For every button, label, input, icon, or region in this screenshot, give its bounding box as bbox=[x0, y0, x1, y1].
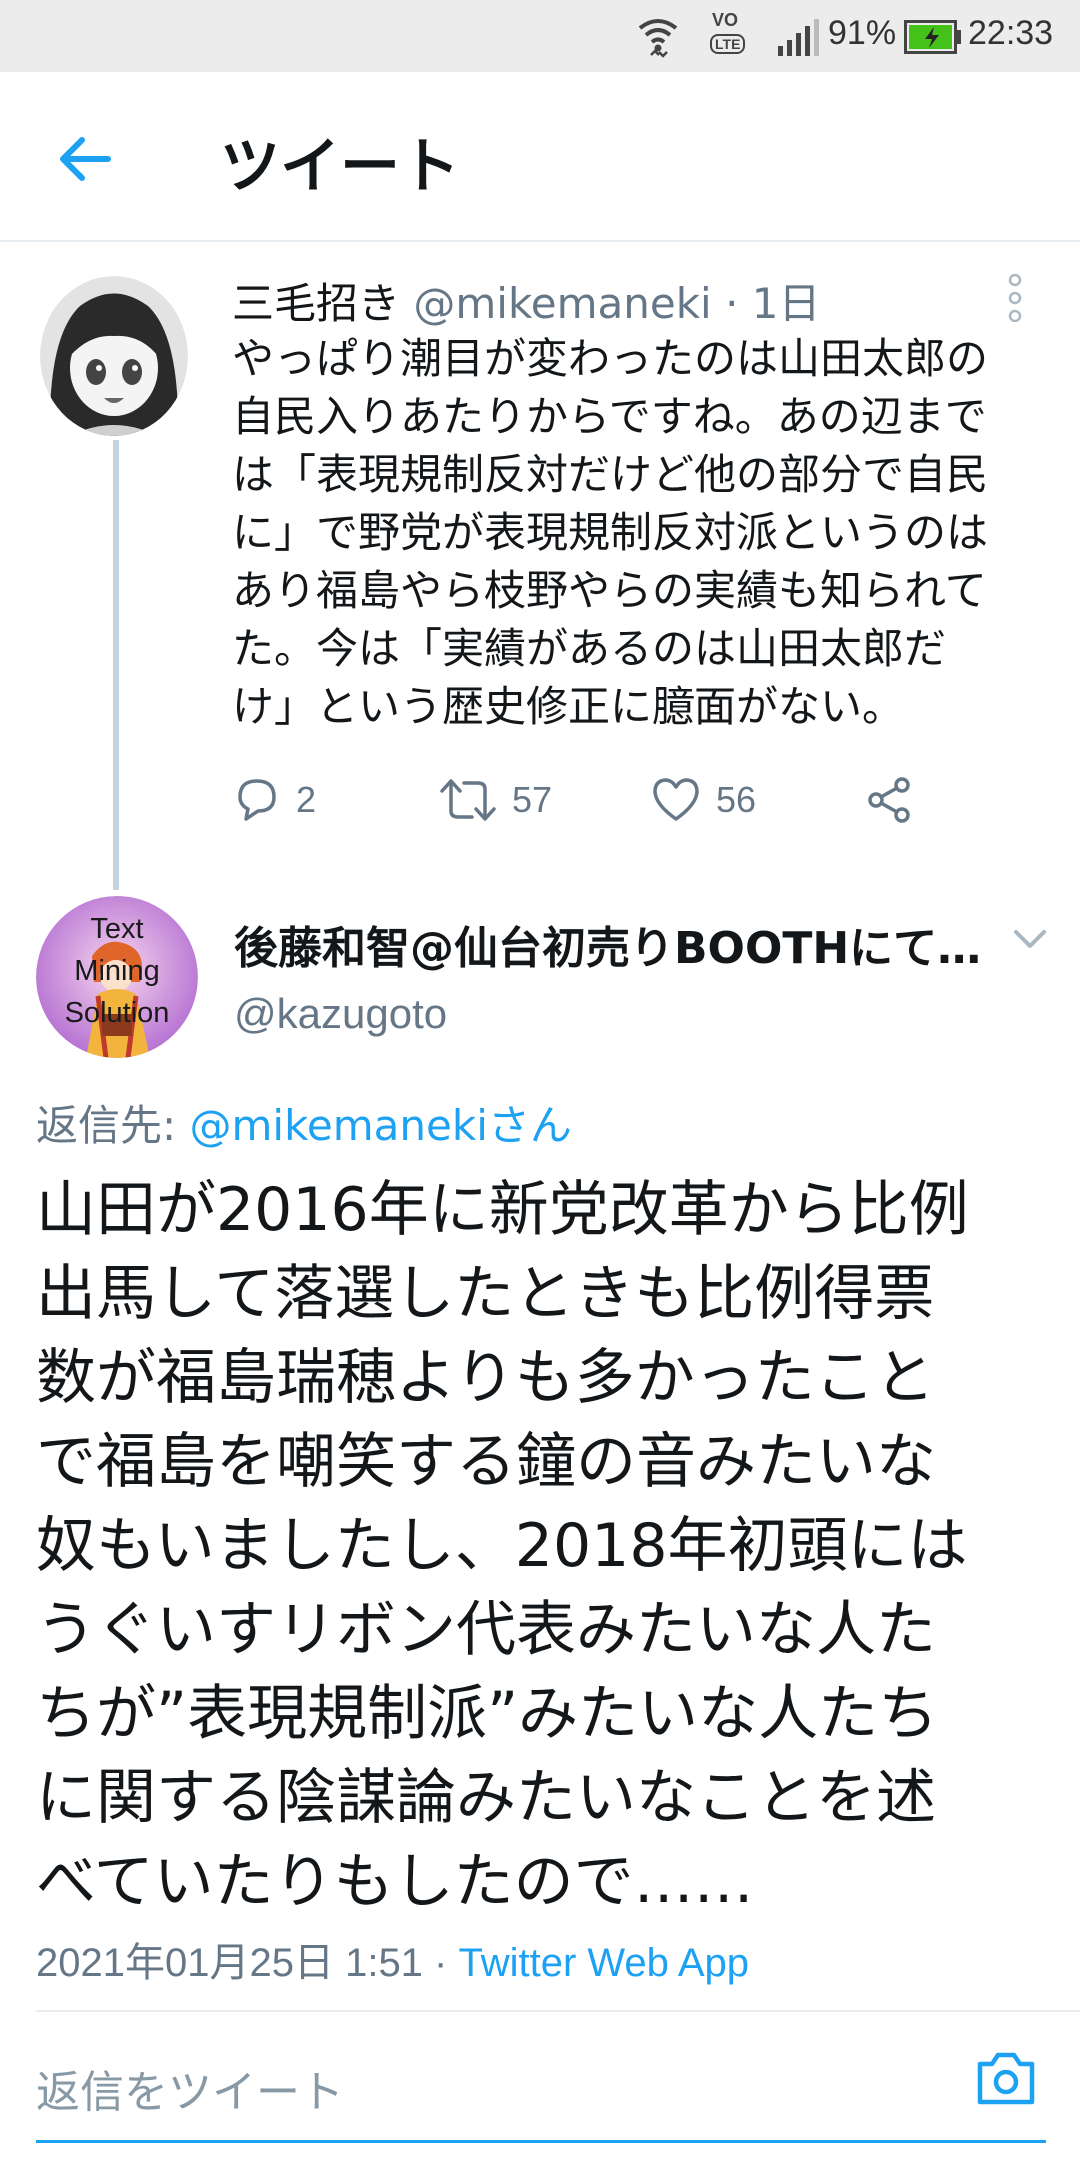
reply-input[interactable]: 返信をツイート bbox=[36, 2056, 344, 2120]
tweet-text-line: は「表現規制反対だけど他の部分で自民 bbox=[232, 450, 989, 499]
avatar-text: Mining bbox=[74, 955, 160, 987]
avatar-text: Text bbox=[90, 913, 144, 945]
heart-icon bbox=[653, 778, 699, 821]
tweet-text-line: 山田が2016年に新党改革から比例 bbox=[36, 1175, 969, 1245]
tweet-text-line: あり福島やら枝野やらの実績も知られて bbox=[232, 566, 987, 615]
tweet-text-line: 自民入りあたりからですね。あの辺まで bbox=[232, 392, 987, 441]
battery-icon bbox=[904, 20, 961, 54]
arrow-left-icon[interactable] bbox=[50, 124, 120, 194]
tweet-text-line: うぐいすリボン代表みたいな人た bbox=[36, 1595, 936, 1665]
retweet-button[interactable]: 57 bbox=[438, 770, 552, 830]
clock: 22:33 bbox=[968, 14, 1054, 52]
retweet-icon bbox=[440, 779, 496, 821]
reply-input-underline bbox=[36, 2140, 1046, 2143]
reply-count: 2 bbox=[296, 779, 317, 820]
like-button[interactable]: 56 bbox=[650, 770, 756, 830]
display-name[interactable]: 三毛招き bbox=[232, 279, 400, 328]
tweet-text-line: に」で野党が表現規制反対派というのは bbox=[232, 508, 989, 557]
volte-label: VO bbox=[712, 10, 739, 30]
signal-icon bbox=[778, 19, 819, 56]
tweet-age: · 1日 bbox=[725, 279, 821, 328]
tweet-text-line: に関する陰謀論みたいなことを述 bbox=[36, 1763, 936, 1833]
more-options-icon[interactable] bbox=[1008, 274, 1022, 322]
avatar[interactable]: Text Mining Solution bbox=[36, 896, 198, 1058]
chevron-down-icon[interactable] bbox=[1010, 924, 1050, 954]
tweet-text: 山田が2016年に新党改革から比例 出馬して落選したときも比例得票 数が福島瑞穂… bbox=[36, 1168, 1056, 1924]
thread-connector bbox=[113, 440, 119, 890]
tweet-meta: 2021年01月25日 1:51 · Twitter Web App bbox=[36, 1930, 749, 1988]
tweet-datetime: 2021年01月25日 1:51 · bbox=[36, 1941, 459, 1985]
tweet-text-line: ちが”表現規制派”みたいな人たち bbox=[36, 1679, 939, 1749]
reply-to-label: 返信先: bbox=[36, 1101, 190, 1150]
reply-button[interactable]: 2 bbox=[232, 770, 316, 830]
tweet-text-line: で福島を嘲笑する鐘の音みたいな bbox=[36, 1427, 936, 1497]
reply-icon bbox=[238, 779, 276, 821]
avatar-text: Solution bbox=[64, 997, 170, 1029]
share-button[interactable] bbox=[864, 770, 914, 830]
status-bar: VO LTE 91% 22:33 bbox=[0, 0, 1080, 72]
tweet-text-line: 数が福島瑞穂よりも多かったこと bbox=[36, 1343, 935, 1413]
reply-to-mention[interactable]: @mikemanekiさん bbox=[190, 1101, 572, 1150]
reply-to: 返信先: @mikemanekiさん bbox=[36, 1092, 572, 1153]
top-app-bar: ツイート bbox=[0, 72, 1080, 242]
lte-label: LTE bbox=[710, 34, 746, 54]
tweet-text-line: べていたりもしたので…… bbox=[36, 1847, 754, 1917]
wifi-icon bbox=[638, 19, 678, 58]
tweet-text-line: やっぱり潮目が変わったのは山田太郎の bbox=[232, 334, 989, 383]
user-handle[interactable]: @mikemaneki bbox=[413, 279, 711, 328]
tweet-text-line: た。今は「実績があるのは山田太郎だ bbox=[232, 624, 947, 673]
like-count: 56 bbox=[716, 779, 757, 820]
display-name[interactable]: 後藤和智@仙台初売りBOOTHにて… bbox=[234, 912, 981, 976]
camera-icon[interactable] bbox=[974, 2048, 1038, 2108]
volte-icon: VO LTE bbox=[708, 10, 758, 60]
tweet-source[interactable]: Twitter Web App bbox=[458, 1941, 749, 1985]
battery-percent: 91% bbox=[828, 14, 897, 52]
divider bbox=[36, 2010, 1080, 2012]
author-line: 三毛招き @mikemaneki · 1日 bbox=[232, 270, 821, 331]
tweet-text-line: け」という歴史修正に臆面がない。 bbox=[232, 682, 905, 731]
share-icon bbox=[868, 777, 910, 823]
tweet-actions: 2 57 56 bbox=[232, 770, 1052, 830]
tweet-text-line: 奴もいましたし、2018年初頭には bbox=[36, 1511, 968, 1581]
tweet-text: やっぱり潮目が変わったのは山田太郎の 自民入りあたりからですね。あの辺まで は「… bbox=[232, 330, 1052, 736]
user-handle[interactable]: @kazugoto bbox=[234, 990, 447, 1038]
tweet-text-line: 出馬して落選したときも比例得票 bbox=[36, 1259, 935, 1329]
avatar[interactable] bbox=[40, 276, 188, 436]
page-title: ツイート bbox=[220, 132, 460, 202]
retweet-count: 57 bbox=[512, 779, 553, 820]
